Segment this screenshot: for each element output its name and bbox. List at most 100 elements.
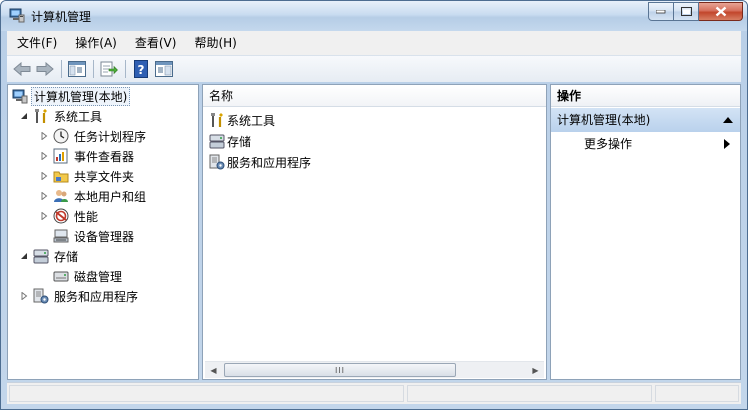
title-bar[interactable]: 计算机管理 <box>1 1 747 31</box>
forward-icon <box>36 62 54 76</box>
menu-view[interactable]: 查看(V) <box>129 32 183 54</box>
expand-arrow-icon[interactable] <box>38 190 50 202</box>
services-icon <box>209 154 225 170</box>
toolbar: ? <box>7 55 741 82</box>
caption-buttons <box>648 2 743 21</box>
tree-item-task-scheduler[interactable]: 任务计划程序 <box>38 126 148 146</box>
tree-item-label: 性能 <box>74 209 99 224</box>
tree-item-device-manager[interactable]: 设备管理器 <box>50 226 136 246</box>
expand-arrow-icon[interactable] <box>18 290 30 302</box>
action-section-label: 计算机管理(本地) <box>557 113 651 127</box>
action-pane: 操作 计算机管理(本地) 更多操作 <box>550 84 741 380</box>
list-item[interactable]: 服务和应用程序 <box>209 152 311 172</box>
scroll-right-button[interactable]: ▶ <box>527 362 544 378</box>
tree-item-label: 共享文件夹 <box>74 169 135 184</box>
status-bar <box>7 382 741 404</box>
toolbar-separator <box>125 60 126 78</box>
users-icon <box>53 188 69 204</box>
services-icon <box>33 288 49 304</box>
collapse-section-icon[interactable] <box>723 117 733 123</box>
svg-text:?: ? <box>138 63 145 77</box>
tree-item-event-viewer[interactable]: 事件查看器 <box>38 146 136 166</box>
expand-arrow-icon[interactable] <box>38 170 50 182</box>
back-icon <box>13 62 31 76</box>
tree-item-label: 计算机管理(本地) <box>31 86 131 106</box>
menu-file[interactable]: 文件(F) <box>11 32 63 54</box>
help-icon: ? <box>134 60 148 78</box>
tree-item-local-users-groups[interactable]: 本地用户和组 <box>38 186 148 206</box>
status-cell-1 <box>9 385 404 402</box>
forward-button[interactable] <box>34 58 56 80</box>
computer-management-icon <box>12 88 28 104</box>
list-item[interactable]: 存储 <box>209 131 251 151</box>
toolbar-separator <box>93 60 94 78</box>
tree-item-performance[interactable]: 性能 <box>38 206 100 226</box>
menu-action[interactable]: 操作(A) <box>69 32 123 54</box>
collapse-arrow-icon[interactable] <box>18 250 30 262</box>
device-manager-icon <box>53 228 69 244</box>
clock-icon <box>53 128 69 144</box>
shared-folder-icon <box>53 168 69 184</box>
tools-icon <box>209 112 225 128</box>
back-button[interactable] <box>11 58 33 80</box>
show-hide-console-tree-icon <box>68 61 86 77</box>
status-cell-3 <box>655 385 739 402</box>
storage-icon <box>209 133 225 149</box>
list-item[interactable]: 系统工具 <box>209 110 275 130</box>
column-header-name[interactable]: 名称 <box>203 85 546 107</box>
action-pane-header: 操作 <box>551 85 740 107</box>
scroll-left-button[interactable]: ◀ <box>205 362 222 378</box>
tree-item-disk-management[interactable]: 磁盘管理 <box>50 266 124 286</box>
action-item-label: 更多操作 <box>584 137 633 151</box>
minimize-button[interactable] <box>648 2 674 21</box>
export-list-button[interactable] <box>98 58 120 80</box>
tree-item-label: 系统工具 <box>54 109 103 124</box>
maximize-icon <box>680 7 692 16</box>
tree-item-computer-management-local[interactable]: 计算机管理(本地) <box>12 86 131 106</box>
tree-item-label: 本地用户和组 <box>74 189 147 204</box>
computer-management-icon <box>9 7 25 23</box>
horizontal-scrollbar[interactable]: ◀ III ▶ <box>205 361 544 378</box>
more-actions-item[interactable]: 更多操作 <box>551 133 740 155</box>
expand-arrow-icon[interactable] <box>38 210 50 222</box>
toolbar-separator <box>61 60 62 78</box>
tree-item-services-applications[interactable]: 服务和应用程序 <box>18 286 140 306</box>
show-hide-console-tree-button[interactable] <box>66 58 88 80</box>
action-section-computer-management[interactable]: 计算机管理(本地) <box>551 108 740 132</box>
event-viewer-icon <box>53 148 69 164</box>
tools-icon <box>33 108 49 124</box>
disk-icon <box>53 268 69 284</box>
tree-item-shared-folders[interactable]: 共享文件夹 <box>38 166 136 186</box>
menu-help[interactable]: 帮助(H) <box>188 32 242 54</box>
tree-item-system-tools[interactable]: 系统工具 <box>18 106 104 126</box>
show-hide-action-pane-button[interactable] <box>153 58 175 80</box>
maximize-button[interactable] <box>674 2 699 21</box>
minimize-icon <box>656 9 666 13</box>
result-list-pane: 名称 系统工具 存储 服务和应用程序 ◀ III ▶ <box>202 84 547 380</box>
list-item-label: 存储 <box>227 134 252 149</box>
close-button[interactable] <box>699 2 743 21</box>
expand-arrow-icon[interactable] <box>38 130 50 142</box>
menu-bar: 文件(F) 操作(A) 查看(V) 帮助(H) <box>7 31 741 55</box>
expand-arrow-icon[interactable] <box>38 150 50 162</box>
list-item-label: 服务和应用程序 <box>227 155 312 170</box>
export-list-icon <box>100 61 118 77</box>
help-button[interactable]: ? <box>130 58 152 80</box>
computer-management-window: 计算机管理 文件(F) 操作(A) 查看(V) 帮助(H) ? 计算机管理(本地… <box>0 0 748 410</box>
storage-icon <box>33 248 49 264</box>
tree-item-storage[interactable]: 存储 <box>18 246 80 266</box>
tree-item-label: 事件查看器 <box>74 149 135 164</box>
collapse-arrow-icon[interactable] <box>18 110 30 122</box>
tree-item-label: 存储 <box>54 249 79 264</box>
status-cell-2 <box>407 385 652 402</box>
show-hide-action-pane-icon <box>155 61 173 77</box>
list-item-label: 系统工具 <box>227 113 276 128</box>
submenu-arrow-icon <box>724 139 730 149</box>
tree-item-label: 任务计划程序 <box>74 129 147 144</box>
tree-item-label: 设备管理器 <box>74 229 135 244</box>
close-icon <box>715 6 726 17</box>
tree-item-label: 磁盘管理 <box>74 269 123 284</box>
scroll-thumb[interactable]: III <box>224 363 456 377</box>
window-title: 计算机管理 <box>31 10 92 24</box>
scroll-thumb-grip: III <box>334 365 346 375</box>
